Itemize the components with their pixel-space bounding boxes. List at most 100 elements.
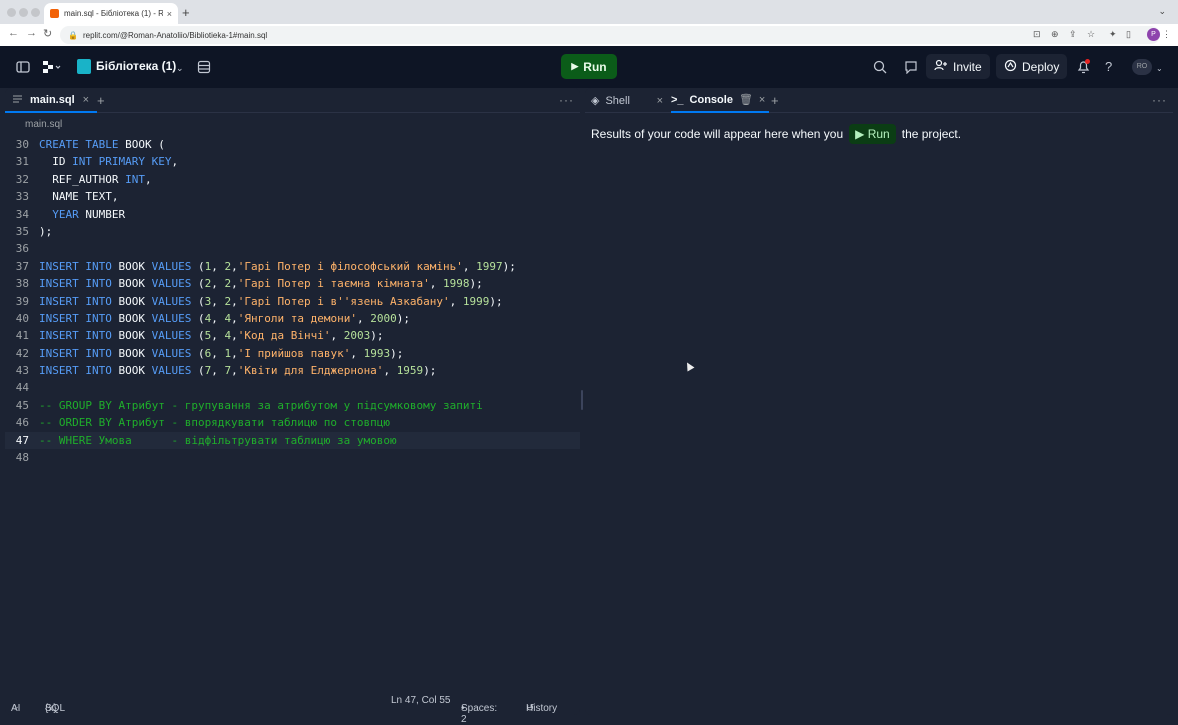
cursor-position[interactable]: Ln 47, Col 55 [391, 695, 451, 706]
code-token: , [211, 259, 225, 273]
code-line[interactable]: 42 INSERT INTO BOOK VALUES (6, 1,'І прийш… [5, 345, 580, 362]
code-line[interactable]: 48 [5, 449, 580, 466]
console-tab-close-icon[interactable]: × [759, 94, 765, 106]
pane-resize-handle[interactable] [581, 390, 583, 410]
browser-tab[interactable]: main.sql - Бібліотека (1) - Re × [44, 3, 178, 24]
browser-tab-title: main.sql - Бібліотека (1) - Re [64, 9, 163, 18]
code-line[interactable]: 43 INSERT INTO BOOK VALUES (7, 7,'Квіти д… [5, 362, 580, 379]
share-icon[interactable]: ⇪ [1069, 30, 1078, 39]
zoom-icon[interactable]: ⊕ [1051, 30, 1060, 39]
code-line[interactable]: 34 YEAR NUMBER [5, 206, 580, 223]
code-line[interactable]: 41 INSERT INTO BOOK VALUES (5, 4,'Код да … [5, 327, 580, 344]
replit-logo-icon[interactable] [42, 60, 62, 76]
code-token: BOOK [111, 311, 152, 325]
invite-button[interactable]: Invite [926, 54, 990, 79]
code-token: VALUES [151, 346, 192, 360]
code-line[interactable]: 36 [5, 240, 580, 257]
browser-menu-icon[interactable]: ⋮ [1162, 30, 1171, 39]
line-number: 38 [15, 277, 29, 291]
database-icon[interactable] [197, 60, 211, 76]
run-button[interactable]: ▶ Run [561, 54, 617, 79]
code-token: INSERT INTO [39, 364, 112, 378]
extensions-icon[interactable]: ✦ [1109, 30, 1118, 39]
code-token: BOOK [111, 346, 152, 360]
clear-console-trash-icon[interactable]: 🗑 [739, 93, 753, 106]
code-token: , [356, 311, 371, 325]
add-console-tab-button[interactable]: + [771, 93, 779, 108]
reload-icon[interactable]: ↻ [43, 27, 52, 40]
code-token: , [231, 346, 238, 360]
tab-list-chevron-icon[interactable]: ⌄ [1158, 6, 1166, 17]
window-minimize-dot[interactable] [19, 8, 28, 17]
cast-icon[interactable]: ⊡ [1033, 30, 1042, 39]
address-url: replit.com/@Roman-Anatoliio/Bibliotieka-… [82, 30, 268, 40]
code-token: ); [39, 224, 53, 238]
user-avatar[interactable]: RO [1132, 59, 1152, 75]
code-token: ( [191, 364, 205, 378]
tab-close-icon[interactable]: × [83, 94, 89, 106]
line-text: INSERT INTO BOOK VALUES (3, 2,'Гарі Поте… [39, 293, 503, 310]
window-close-dot[interactable] [7, 8, 16, 17]
code-line[interactable]: 30 CREATE TABLE BOOK ( [5, 136, 580, 153]
console-more-icon[interactable]: ··· [1152, 93, 1167, 107]
code-line[interactable]: 35); [5, 223, 580, 240]
code-line[interactable]: 45 -- GROUP BY Атрибут - групування за ат… [5, 397, 580, 414]
address-bar[interactable]: 🔒 replit.com/@Roman-Anatoliio/Bibliotiek… [60, 26, 1160, 44]
tab-shell[interactable]: ◈ Shell × [591, 88, 663, 113]
chat-icon[interactable] [904, 60, 918, 76]
add-tab-button[interactable]: + [97, 93, 105, 108]
code-token: 'Код да Вінчі' [237, 329, 331, 343]
code-token: INT [125, 172, 145, 186]
project-name[interactable]: Бібліотека (1) [96, 59, 176, 73]
code-line[interactable]: 37 INSERT INTO BOOK VALUES (1, 2,'Гарі По… [5, 258, 580, 275]
window-zoom-dot[interactable] [31, 8, 40, 17]
language-label: SQL [45, 703, 66, 714]
sidebar-toggle-icon[interactable] [16, 60, 30, 76]
code-token: , [211, 346, 225, 360]
back-icon[interactable]: ← [8, 27, 19, 39]
sidepanel-icon[interactable]: ▯ [1126, 30, 1135, 39]
code-token: YEAR [52, 207, 79, 221]
code-line[interactable]: 38 INSERT INTO BOOK VALUES (2, 2,'Гарі По… [5, 275, 580, 292]
deploy-button[interactable]: Deploy [996, 54, 1068, 79]
code-line[interactable]: 44 [5, 379, 580, 396]
code-line[interactable]: 47 -- WHERE Умова - відфільтрувати таблиц… [5, 431, 580, 450]
code-token: NAME TEXT, [39, 190, 119, 204]
forward-icon[interactable]: → [26, 27, 37, 39]
help-icon[interactable]: ? [1105, 60, 1112, 74]
code-line[interactable]: 31 ID INT PRIMARY KEY, [5, 153, 580, 170]
code-token: ); [390, 346, 404, 360]
browser-profile-avatar[interactable]: P [1147, 28, 1160, 41]
code-line[interactable]: 33 NAME TEXT, [5, 188, 580, 205]
line-text: REF_AUTHOR INT, [39, 171, 152, 188]
code-line[interactable]: 46 -- ORDER BY Атрибут - впорядкувати таб… [5, 414, 580, 431]
code-token: 'І прийшов павук' [237, 346, 351, 360]
line-number: 37 [15, 259, 29, 273]
breadcrumb[interactable]: main.sql [25, 119, 62, 130]
avatar-chevron-down-icon[interactable]: ⌄ [1156, 62, 1163, 76]
deploy-label: Deploy [1022, 59, 1060, 74]
code-editor[interactable]: 30 CREATE TABLE BOOK (31 ID INT PRIMARY K… [5, 136, 580, 466]
tab-console[interactable]: >_ Console 🗑 × [671, 88, 770, 113]
project-chevron-down-icon[interactable]: ⌄ [176, 61, 184, 75]
search-icon[interactable] [873, 60, 887, 76]
tab-main-sql[interactable]: main.sql × [5, 88, 98, 113]
code-token: , [383, 364, 397, 378]
code-token: ); [489, 294, 503, 308]
code-line[interactable]: 39 INSERT INTO BOOK VALUES (3, 2,'Гарі По… [5, 293, 580, 310]
code-line[interactable]: 40 INSERT INTO BOOK VALUES (4, 4,'Янголи … [5, 310, 580, 327]
inline-run-button[interactable]: ▶ Run [849, 124, 896, 144]
code-line[interactable]: 32 REF_AUTHOR INT, [5, 171, 580, 188]
new-tab-button[interactable]: + [182, 5, 190, 20]
shell-icon: ◈ [591, 95, 600, 107]
editor-more-icon[interactable]: ··· [559, 93, 574, 107]
code-token: REF_AUTHOR [39, 172, 126, 186]
bookmark-star-icon[interactable]: ☆ [1087, 30, 1096, 39]
shell-tab-close-icon[interactable]: × [657, 95, 663, 107]
code-token: INSERT INTO [39, 277, 112, 291]
browser-tab-close-icon[interactable]: × [167, 9, 172, 19]
code-token: ); [469, 277, 483, 291]
code-token: INSERT INTO [39, 259, 112, 273]
code-token: , [144, 172, 152, 186]
